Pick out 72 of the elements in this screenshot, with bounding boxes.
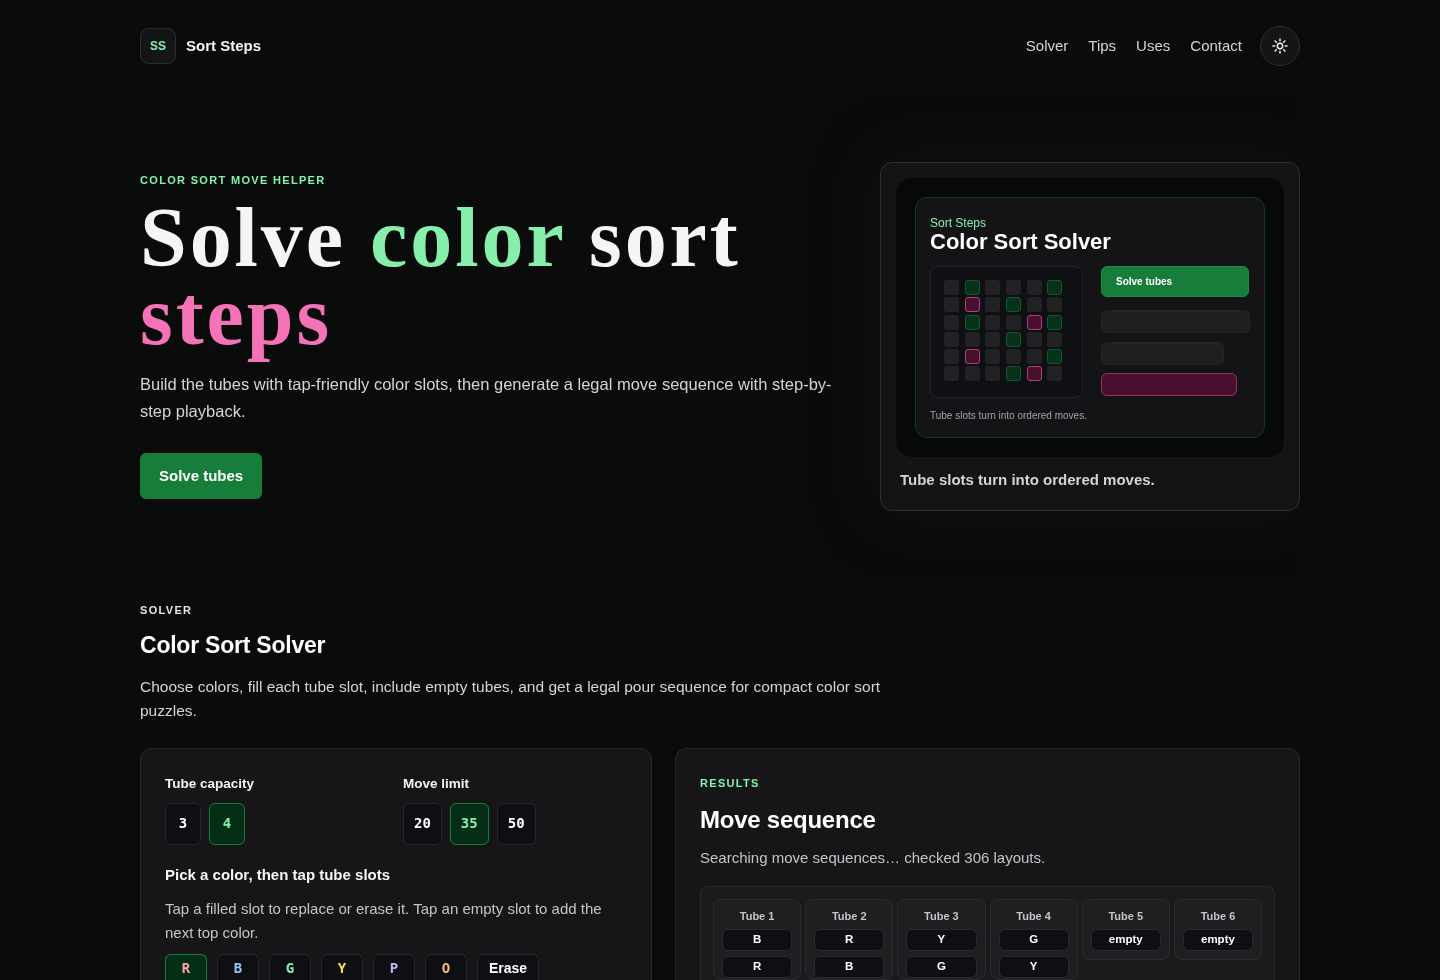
grid-slot xyxy=(964,280,980,295)
tube-slot: R xyxy=(814,928,885,951)
option-button[interactable]: 3 xyxy=(165,802,201,845)
option-button[interactable]: 20 xyxy=(403,802,442,845)
hero-eyebrow: COLOR SORT MOVE HELPER xyxy=(140,173,326,188)
color-chip[interactable]: G xyxy=(269,953,311,980)
tube-label: Tube 3 xyxy=(924,908,959,923)
option-button[interactable]: 50 xyxy=(496,802,536,845)
nav-link[interactable]: Contact xyxy=(1190,34,1242,58)
hero-description: Build the tubes with tap-friendly color slots, then generate a legal move sequence with step-by-step playback. xyxy=(140,374,833,423)
solve-tubes-button[interactable]: Solve tubes xyxy=(140,453,263,500)
tube-slot: empty xyxy=(1090,928,1161,951)
tube-label: Tube 4 xyxy=(1016,908,1051,923)
color-chip[interactable]: P xyxy=(373,953,415,980)
grid-slot xyxy=(1047,349,1063,365)
tube-label: Tube 6 xyxy=(1200,908,1236,923)
tube-slot: G xyxy=(906,955,977,978)
nav-link[interactable]: Solver xyxy=(1025,34,1069,58)
mock-title: Color Sort Solver xyxy=(930,230,1112,254)
hero-title: Solve color sort steps xyxy=(140,190,742,365)
results-eyebrow: RESULTS xyxy=(700,775,761,790)
grid-slot xyxy=(1006,366,1022,382)
color-chip[interactable]: Y xyxy=(321,953,363,980)
grid-slot xyxy=(1026,349,1042,365)
grid-slot xyxy=(1006,331,1022,347)
color-chip[interactable]: B xyxy=(217,953,259,980)
tube-slot: Y xyxy=(998,955,1069,978)
grid-slot xyxy=(1047,331,1063,347)
tube-slot: Y xyxy=(906,928,977,951)
grid-slot xyxy=(964,297,980,313)
grid-slot xyxy=(1047,314,1063,330)
tube-label: Tube 5 xyxy=(1108,908,1144,923)
setting-label: Move limit xyxy=(403,775,470,792)
brand-name[interactable]: Sort Steps xyxy=(186,34,261,58)
sun-icon xyxy=(1272,38,1288,54)
nav-link[interactable]: Uses xyxy=(1136,34,1171,58)
grid-slot xyxy=(1047,280,1063,295)
palette-hint: Tap a filled slot to replace or erase it. Tap an empty slot to add the next top color. xyxy=(165,898,603,943)
grid-slot xyxy=(1026,366,1042,382)
color-chip[interactable]: R xyxy=(165,953,207,980)
tube-label: Tube 1 xyxy=(739,908,775,923)
grid-slot xyxy=(1026,331,1042,347)
palette-title: Pick a color, then tap tube slots xyxy=(165,865,392,884)
tube-slot: empty xyxy=(1182,928,1254,951)
results-title: Move sequence xyxy=(700,805,877,834)
section-title: Color Sort Solver xyxy=(140,630,327,659)
grid-slot xyxy=(1006,349,1022,365)
section-eyebrow: SOLVER xyxy=(140,602,194,617)
grid-slot xyxy=(964,349,980,365)
section-description: Choose colors, fill each tube slot, include empty tubes, and get a legal pour sequence for compact color sort puzzles. xyxy=(140,676,882,721)
setting-label: Tube capacity xyxy=(165,775,256,792)
solve-tubes-preview: Solve tubes xyxy=(1101,266,1249,297)
search-status: Searching move sequences… checked 306 layouts. xyxy=(700,847,1047,868)
tube-slot: G xyxy=(998,928,1069,951)
tube-slot: B xyxy=(722,928,793,951)
mock-brand: Sort Steps xyxy=(930,217,988,230)
tube-label: Tube 2 xyxy=(831,908,867,923)
theme-toggle-button[interactable] xyxy=(1260,26,1300,66)
tube-slot: R xyxy=(722,955,793,978)
tube-slot: B xyxy=(814,955,885,978)
grid-slot xyxy=(964,331,980,347)
mock-caption: Tube slots turn into ordered moves. xyxy=(930,410,1088,422)
color-chip[interactable]: O xyxy=(425,953,467,980)
grid-slot xyxy=(964,314,980,330)
grid-slot xyxy=(1006,297,1022,313)
option-button[interactable]: 4 xyxy=(209,802,245,845)
nav-link[interactable]: Tips xyxy=(1088,34,1117,58)
erase-button[interactable]: Erase xyxy=(477,953,540,980)
preview-caption: Tube slots turn into ordered moves. xyxy=(899,470,1156,490)
grid-slot xyxy=(1026,314,1042,330)
logo-mark[interactable]: SS xyxy=(140,28,176,64)
option-button[interactable]: 35 xyxy=(449,802,489,845)
